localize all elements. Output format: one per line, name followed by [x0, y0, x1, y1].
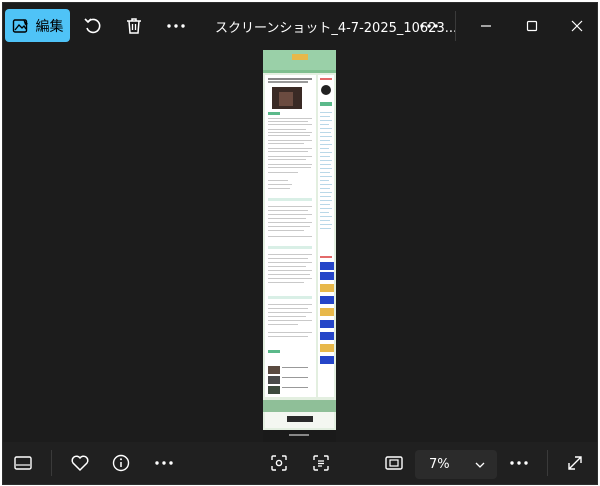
zoom-value: 7%	[429, 457, 450, 472]
scan-text-icon	[311, 453, 331, 473]
bottom-divider-right	[547, 450, 548, 476]
fit-window-icon	[384, 454, 404, 472]
fullscreen-button[interactable]	[559, 447, 591, 479]
close-icon	[570, 19, 584, 33]
actual-size-button[interactable]	[378, 447, 410, 479]
chevron-down-icon	[475, 462, 485, 468]
heart-icon	[70, 454, 90, 472]
delete-button[interactable]	[118, 10, 150, 42]
bottom-divider-left	[51, 450, 52, 476]
more-dots-icon	[509, 460, 529, 466]
visual-search-icon	[269, 453, 289, 473]
edit-button-label: 編集	[35, 18, 64, 35]
zoom-dropdown[interactable]: 7%	[415, 450, 497, 479]
filmstrip-button[interactable]	[7, 447, 39, 479]
info-icon	[111, 453, 131, 473]
close-button[interactable]	[561, 10, 593, 42]
screenshot-thumbnail	[263, 50, 336, 442]
maximize-icon	[525, 19, 539, 33]
expand-icon	[566, 454, 584, 472]
rotate-icon	[83, 16, 103, 36]
toolbar-divider	[455, 11, 456, 41]
rotate-button[interactable]	[77, 10, 109, 42]
maximize-button[interactable]	[516, 10, 548, 42]
top-toolbar: 編集 スクリーンショット_4-7-2025_10623...	[3, 3, 597, 48]
more-dots-icon	[166, 23, 186, 29]
trash-icon	[124, 16, 144, 36]
more-dots-icon	[419, 23, 439, 29]
minimize-icon	[479, 19, 493, 33]
webpage-preview-image	[263, 50, 336, 442]
minimize-button[interactable]	[470, 10, 502, 42]
edit-button[interactable]: 編集	[5, 9, 70, 42]
more-options-button-title[interactable]	[413, 10, 445, 42]
file-info-button[interactable]	[105, 447, 137, 479]
filmstrip-icon	[13, 454, 33, 472]
more-options-button-left[interactable]	[160, 10, 192, 42]
image-canvas[interactable]	[3, 48, 597, 442]
more-options-button-zoom[interactable]	[503, 447, 535, 479]
bottom-toolbar	[3, 442, 597, 484]
scan-text-button[interactable]	[305, 447, 337, 479]
more-options-button-bottom[interactable]	[148, 447, 180, 479]
visual-search-button[interactable]	[263, 447, 295, 479]
favorite-button[interactable]	[64, 447, 96, 479]
photo-viewer-window: 編集 スクリーンショット_4-7-2025_10623... 7%	[2, 2, 598, 485]
edit-image-icon	[12, 17, 30, 35]
more-dots-icon	[154, 460, 174, 466]
